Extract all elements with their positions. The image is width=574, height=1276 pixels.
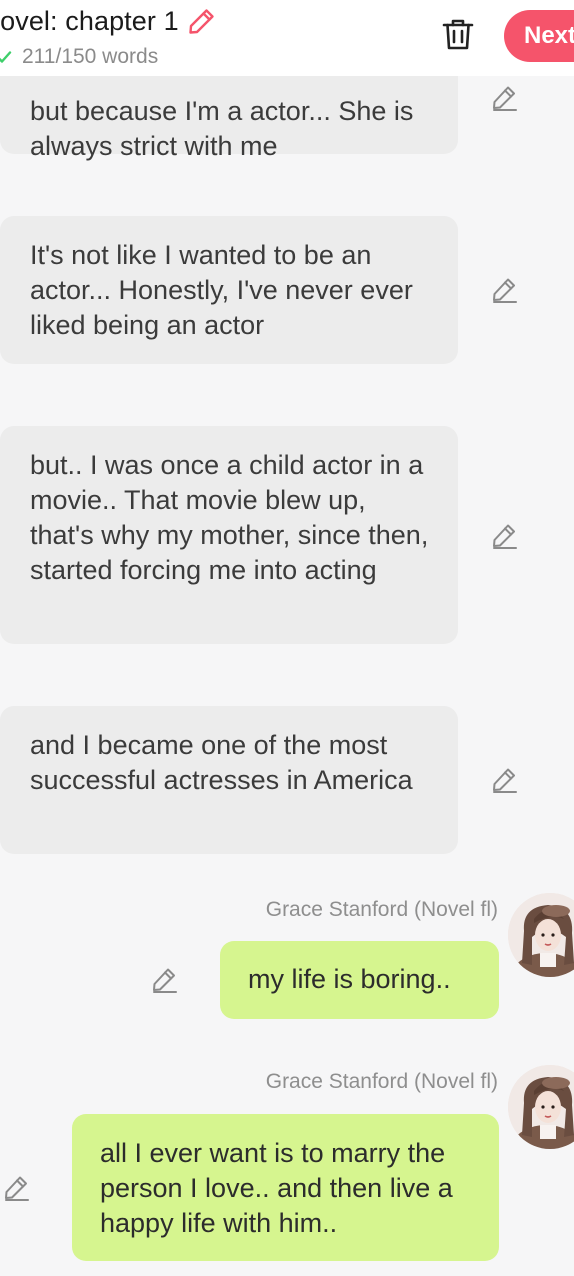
pencil-icon[interactable] bbox=[0, 1172, 32, 1204]
message-bubble[interactable]: It's not like I wanted to be an actor...… bbox=[0, 216, 458, 364]
pencil-icon[interactable] bbox=[488, 82, 520, 114]
message-text: and I became one of the most successful … bbox=[30, 730, 413, 795]
word-count-row: 211/150 words bbox=[0, 44, 158, 70]
message-bubble[interactable]: all I ever want is to marry the person I… bbox=[72, 1114, 499, 1261]
next-button[interactable]: Next bbox=[504, 10, 574, 62]
avatar[interactable] bbox=[508, 1065, 574, 1149]
check-icon bbox=[0, 47, 14, 67]
message-bubble[interactable]: but.. I was once a child actor in a movi… bbox=[0, 426, 458, 644]
title-row: lovel: chapter 1 bbox=[0, 4, 219, 38]
chat-editor-screen: lovel: chapter 1 211/150 words Next but … bbox=[0, 0, 574, 1276]
message-bubble[interactable]: and I became one of the most successful … bbox=[0, 706, 458, 854]
sender-name: Grace Stanford (Novel fl) bbox=[265, 1070, 498, 1093]
pencil-icon[interactable] bbox=[185, 4, 219, 38]
page-title: lovel: chapter 1 bbox=[0, 5, 179, 36]
sender-name: Grace Stanford (Novel fl) bbox=[265, 898, 498, 921]
message-bubble[interactable]: my life is boring.. bbox=[220, 941, 499, 1019]
pencil-icon[interactable] bbox=[488, 274, 520, 306]
message-text: my life is boring.. bbox=[248, 964, 451, 994]
pencil-icon[interactable] bbox=[148, 964, 180, 996]
pencil-icon[interactable] bbox=[488, 764, 520, 796]
pencil-icon[interactable] bbox=[488, 520, 520, 552]
message-text: It's not like I wanted to be an actor...… bbox=[30, 240, 413, 340]
trash-icon[interactable] bbox=[438, 14, 478, 54]
avatar[interactable] bbox=[508, 893, 574, 977]
message-text: but.. I was once a child actor in a movi… bbox=[30, 450, 429, 585]
message-text: but because I'm a actor... She is always… bbox=[30, 96, 414, 161]
message-text: all I ever want is to marry the person I… bbox=[100, 1138, 453, 1238]
word-count: 211/150 words bbox=[22, 45, 159, 68]
top-bar: lovel: chapter 1 211/150 words Next bbox=[0, 0, 574, 76]
